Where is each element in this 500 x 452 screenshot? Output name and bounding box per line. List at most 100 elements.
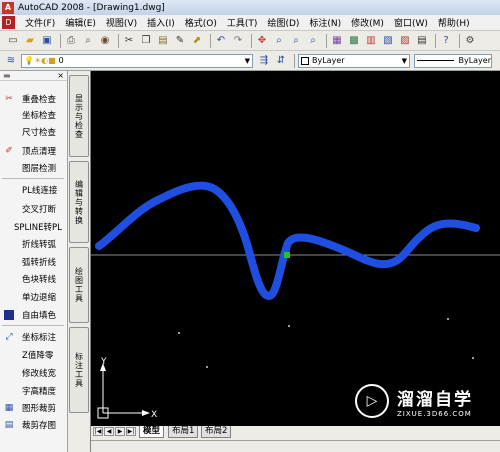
linetype-dropdown[interactable]: ByLayer [414, 53, 492, 68]
tool-vertex-cleanup[interactable]: ✐ 顶点清理 [0, 143, 68, 159]
undo-icon[interactable]: ↶ [214, 34, 228, 48]
panel-tab-strip: 显示与检查 编辑与转换 绘图工具 标注工具 [68, 71, 91, 452]
new-file-icon[interactable]: ▭ [6, 34, 20, 48]
tab-layout2[interactable]: 布局2 [201, 426, 232, 438]
block-editor-icon[interactable]: ⬈ [190, 34, 204, 48]
tool-clip-save[interactable]: ▤ 裁剪存图 [0, 417, 68, 433]
zoom-realtime-icon[interactable]: ⌕ [272, 34, 286, 48]
tool-cross-break[interactable]: 交叉打断 [0, 201, 68, 217]
tab-display-check[interactable]: 显示与检查 [69, 75, 89, 157]
layer-state-icons: 💡☀◐■ [24, 56, 56, 65]
toolbar-separator [294, 53, 295, 68]
color-dropdown[interactable]: ByLayer ▼ [298, 53, 410, 68]
tool-coordinate-dimension[interactable]: ⤢ 坐标标注 [0, 329, 68, 345]
layer-properties-toolbar: ≋ 💡☀◐■ 0 ▼ ⇶ ⇵ ByLayer ▼ ByLayer [0, 51, 500, 71]
tool-overlap-check[interactable]: ✂ 重叠检查 [0, 91, 68, 107]
tab-layout1[interactable]: 布局1 [168, 426, 199, 438]
drawing-point [472, 357, 474, 359]
copy-icon[interactable]: ❐ [139, 34, 153, 48]
layer-dropdown[interactable]: 💡☀◐■ 0 ▼ [21, 53, 253, 68]
tab-model[interactable]: 模型 [139, 426, 165, 438]
panel-divider [2, 178, 64, 179]
tool-fill-to-line[interactable]: 色块转线 [0, 271, 68, 287]
calculator-icon[interactable]: ▤ [415, 34, 429, 48]
window-title: AutoCAD 2008 - [Drawing1.dwg] [18, 2, 165, 13]
menu-view[interactable]: 视图(V) [106, 16, 137, 29]
horizontal-scrollbar[interactable] [91, 440, 500, 452]
next-tab-icon[interactable]: ▶ [115, 427, 125, 436]
tool-z-to-zero[interactable]: Z值降零 [0, 347, 68, 363]
tool-free-fill[interactable]: 自由填色 [0, 307, 68, 323]
first-tab-icon[interactable]: |◀ [93, 427, 103, 436]
tool-dimension-check[interactable]: 尺寸检查 [0, 124, 68, 140]
layer-previous-icon[interactable]: ⇵ [274, 54, 288, 68]
menu-tools[interactable]: 工具(T) [227, 16, 258, 29]
tool-coordinate-check[interactable]: 坐标检查 [0, 107, 68, 123]
menu-help[interactable]: 帮助(H) [438, 16, 470, 29]
prev-tab-icon[interactable]: ◀ [104, 427, 114, 436]
print-preview-icon[interactable]: ⌕ [81, 34, 95, 48]
tool-text-height-precision[interactable]: 字高精度 [0, 383, 68, 399]
print-icon[interactable]: ⎙ [64, 34, 78, 48]
spline-curve[interactable] [95, 181, 480, 300]
chevron-down-icon: ▼ [244, 56, 250, 65]
color-swatch [301, 56, 309, 65]
panel-grip-icon[interactable]: ▬ [3, 71, 11, 80]
tab-nav-buttons: |◀ ◀ ▶ ▶| [93, 427, 137, 436]
properties-icon[interactable]: ▦ [330, 34, 344, 48]
tool-pline-join[interactable]: PL线连接 [0, 182, 68, 198]
tab-draw-tools[interactable]: 绘图工具 [69, 247, 89, 323]
tool-spline-to-pl[interactable]: SPLINE转PL [0, 219, 68, 235]
menu-modify[interactable]: 修改(M) [351, 16, 384, 29]
last-tab-icon[interactable]: ▶| [126, 427, 136, 436]
zoom-previous-icon[interactable]: ⌕ [306, 34, 320, 48]
menu-format[interactable]: 格式(O) [185, 16, 217, 29]
workspace-icon[interactable]: ⚙ [463, 34, 477, 48]
redo-icon[interactable]: ↷ [231, 34, 245, 48]
menu-bar: D 文件(F) 编辑(E) 视图(V) 插入(I) 格式(O) 工具(T) 绘图… [0, 15, 500, 31]
markup-set-icon[interactable]: ▨ [398, 34, 412, 48]
tool-layer-detect[interactable]: 图层检测 [0, 160, 68, 176]
tool-modify-linewidth[interactable]: 修改线宽 [0, 365, 68, 381]
tool-single-offset[interactable]: 单边退缩 [0, 289, 68, 305]
layout-tab-bar: |◀ ◀ ▶ ▶| 模型 布局1 布局2 [91, 426, 500, 452]
drawing-canvas[interactable]: Y X ▷ 溜溜自学 ZIXUE.3D66.COM [91, 71, 500, 426]
menu-edit[interactable]: 编辑(E) [65, 16, 96, 29]
menu-insert[interactable]: 插入(I) [147, 16, 175, 29]
toolbar-separator [251, 33, 252, 48]
tool-arc-to-polyline[interactable]: 弧转折线 [0, 254, 68, 270]
menu-draw[interactable]: 绘图(D) [267, 16, 299, 29]
pan-icon[interactable]: ✥ [255, 34, 269, 48]
zoom-window-icon[interactable]: ⌕ [289, 34, 303, 48]
menu-dimension[interactable]: 标注(N) [309, 16, 341, 29]
panel-close-button[interactable]: × [57, 71, 64, 80]
publish-icon[interactable]: ◉ [98, 34, 112, 48]
open-folder-icon[interactable]: ▰ [23, 34, 37, 48]
match-properties-icon[interactable]: ✎ [173, 34, 187, 48]
tool-graphic-clip[interactable]: ▦ 图形裁剪 [0, 400, 68, 416]
ucs-y-label: Y [100, 357, 107, 367]
vertex-cleanup-icon: ✐ [5, 146, 13, 156]
tab-edit-convert[interactable]: 编辑与转换 [69, 161, 89, 243]
menu-file[interactable]: 文件(F) [25, 16, 55, 29]
toolbar-separator [118, 33, 119, 48]
document-icon[interactable]: D [2, 16, 15, 29]
graphic-clip-icon: ▦ [4, 403, 14, 413]
help-icon[interactable]: ? [439, 34, 453, 48]
layer-manager-icon[interactable]: ≋ [4, 54, 18, 68]
toolbar-separator [459, 33, 460, 48]
sheet-set-icon[interactable]: ▧ [381, 34, 395, 48]
color-value: ByLayer [312, 56, 345, 65]
tool-palettes-icon[interactable]: ▥ [364, 34, 378, 48]
make-current-layer-icon[interactable]: ⇶ [257, 54, 271, 68]
design-center-icon[interactable]: ▩ [347, 34, 361, 48]
tab-dimension-tools[interactable]: 标注工具 [69, 327, 89, 413]
title-bar: A AutoCAD 2008 - [Drawing1.dwg] [0, 0, 500, 15]
cut-icon[interactable]: ✂ [122, 34, 136, 48]
paste-icon[interactable]: ▤ [156, 34, 170, 48]
menu-window[interactable]: 窗口(W) [394, 16, 428, 29]
tool-polyline-to-arc[interactable]: 折线转弧 [0, 236, 68, 252]
drawing-point [447, 318, 449, 320]
save-icon[interactable]: ▣ [40, 34, 54, 48]
grip-point[interactable] [284, 252, 290, 258]
